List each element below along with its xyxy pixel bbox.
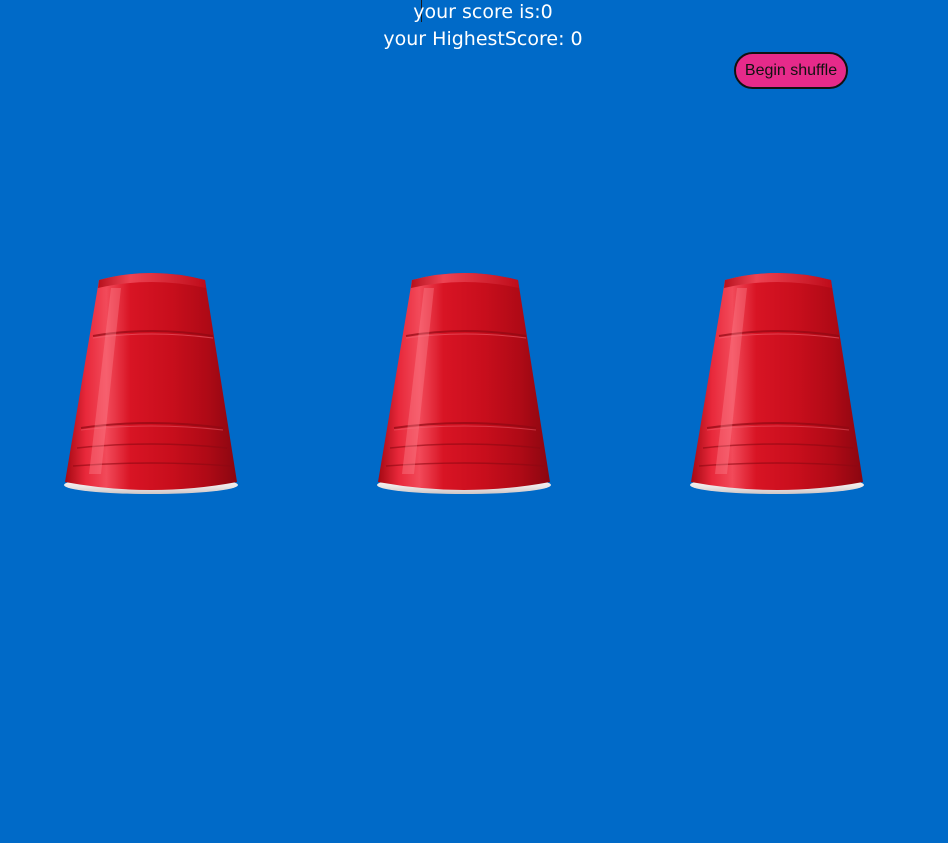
cup-middle[interactable]: [376, 266, 552, 496]
red-cup-icon: [377, 273, 551, 494]
highscore-display: your HighestScore: 0: [0, 27, 948, 51]
highscore-label: your HighestScore:: [383, 28, 571, 50]
cup-left[interactable]: [63, 266, 239, 496]
begin-shuffle-button[interactable]: Begin shuffle: [734, 52, 848, 89]
score-value: 0: [540, 1, 553, 23]
cup-right[interactable]: [689, 266, 865, 496]
highscore-value: 0: [570, 28, 583, 50]
red-cup-icon: [64, 273, 238, 494]
red-cup-icon: [690, 273, 864, 494]
score-label: your score is:: [413, 1, 541, 23]
score-display: your score is:0: [0, 0, 948, 24]
